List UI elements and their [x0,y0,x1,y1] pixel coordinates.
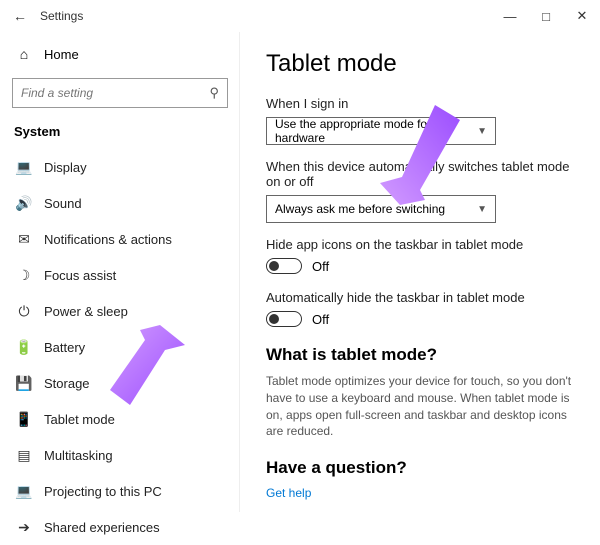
sidebar-item-sound[interactable]: 🔊 Sound [8,185,232,221]
switch-select[interactable]: Always ask me before switching ▼ [266,195,496,223]
back-button[interactable]: ← [8,8,32,24]
search-icon: ⚲ [209,85,219,101]
minimize-button[interactable]: — [492,0,528,32]
hide-icons-label: Hide app icons on the taskbar in tablet … [266,237,574,252]
sidebar: ⌂ Home ⚲ System 💻 Display 🔊 Sound ✉ Noti… [0,32,240,512]
close-button[interactable]: ✕ [564,0,600,32]
signin-label: When I sign in [266,96,574,111]
signin-select[interactable]: Use the appropriate mode for my hardware… [266,117,496,145]
sidebar-item-display[interactable]: 💻 Display [8,149,232,185]
sidebar-home[interactable]: ⌂ Home [8,36,232,72]
sidebar-item-shared[interactable]: ➔ Shared experiences [8,509,232,545]
what-desc: Tablet mode optimizes your device for to… [266,373,574,440]
sidebar-item-projecting[interactable]: 💻 Projecting to this PC [8,473,232,509]
auto-hide-label: Automatically hide the taskbar in tablet… [266,290,574,305]
shared-icon: ➔ [14,519,34,536]
sidebar-item-tablet-mode[interactable]: 📱 Tablet mode [8,401,232,437]
sidebar-item-notifications[interactable]: ✉ Notifications & actions [8,221,232,257]
sidebar-item-multitasking[interactable]: ▤ Multitasking [8,437,232,473]
sidebar-item-focus-assist[interactable]: ☽ Focus assist [8,257,232,293]
page-title: Tablet mode [266,50,574,78]
category-label: System [8,118,232,149]
chevron-down-icon: ▼ [477,204,487,215]
home-icon: ⌂ [14,46,34,62]
battery-icon: 🔋 [14,339,34,356]
switch-label: When this device automatically switches … [266,159,574,189]
sidebar-item-storage[interactable]: 💾 Storage [8,365,232,401]
storage-icon: 💾 [14,375,34,392]
switch-value: Always ask me before switching [275,202,445,216]
hide-icons-state: Off [312,259,329,274]
what-heading: What is tablet mode? [266,345,574,365]
question-heading: Have a question? [266,458,574,478]
sidebar-item-power[interactable]: ⏻ Power & sleep [8,293,232,329]
search-input[interactable] [21,86,209,100]
signin-value: Use the appropriate mode for my hardware [275,117,477,145]
window-title: Settings [40,9,83,23]
chevron-down-icon: ▼ [477,126,487,137]
main-panel: Tablet mode When I sign in Use the appro… [240,32,600,512]
search-box[interactable]: ⚲ [12,78,228,108]
focus-icon: ☽ [14,267,34,284]
projecting-icon: 💻 [14,483,34,500]
auto-hide-toggle[interactable] [266,311,302,327]
display-icon: 💻 [14,159,34,176]
maximize-button[interactable]: □ [528,0,564,32]
home-label: Home [44,47,79,62]
notifications-icon: ✉ [14,231,34,248]
multitasking-icon: ▤ [14,447,34,464]
auto-hide-state: Off [312,312,329,327]
sound-icon: 🔊 [14,195,34,212]
power-icon: ⏻ [14,303,34,320]
titlebar: ← Settings — □ ✕ [0,0,600,32]
hide-icons-toggle[interactable] [266,258,302,274]
tablet-icon: 📱 [14,411,34,428]
get-help-link[interactable]: Get help [266,486,574,500]
sidebar-item-battery[interactable]: 🔋 Battery [8,329,232,365]
